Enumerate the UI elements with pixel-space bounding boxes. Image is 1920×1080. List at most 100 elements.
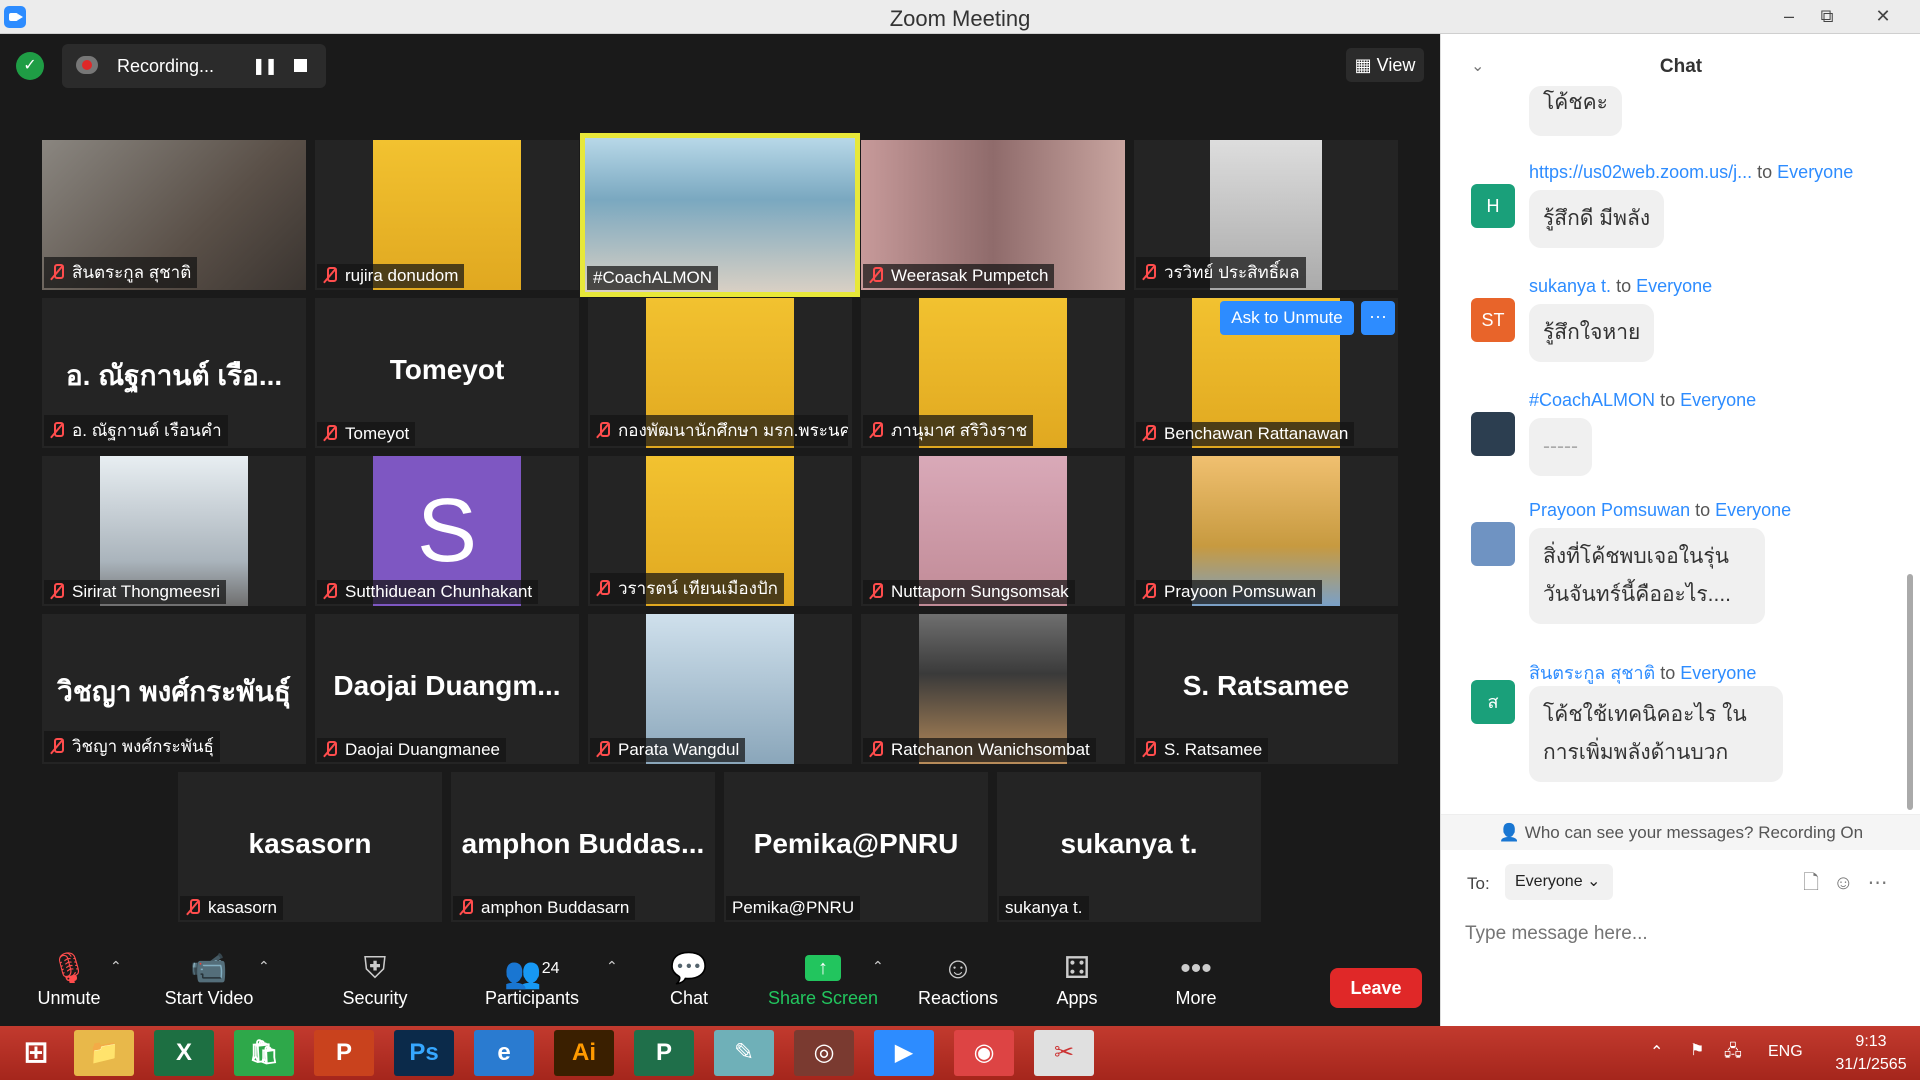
excel-icon[interactable]: X — [154, 1030, 214, 1076]
participant-name: Sirirat Thongmeesri — [44, 580, 227, 604]
muted-mic-icon — [596, 580, 610, 596]
ellipsis-icon: ••• — [1180, 952, 1212, 985]
person-icon: 👤 — [1498, 823, 1525, 842]
video-tile[interactable]: Sirirat Thongmeesri — [42, 456, 306, 606]
ellipsis-icon[interactable]: ⋯ — [1868, 872, 1902, 894]
video-tile[interactable]: sukanya t. sukanya t. — [997, 772, 1261, 922]
reactions-label: Reactions — [917, 988, 999, 1008]
muted-mic-icon — [459, 899, 473, 915]
chrome-icon[interactable]: ◉ — [954, 1030, 1014, 1076]
participant-name: วิชญา พงศ์กระพันธุ์ — [44, 731, 220, 762]
system-clock[interactable]: 9:13 31/1/2565 — [1826, 1030, 1916, 1076]
participant-name: amphon Buddasarn — [453, 896, 636, 920]
video-gallery: ✓ Recording... ❚❚ ▦ View สินตระกูล สุชาต… — [0, 34, 1440, 1026]
security-button[interactable]: ⛨ Security — [334, 944, 416, 1026]
video-tile[interactable]: Tomeyot Tomeyot — [315, 298, 579, 448]
video-tile[interactable]: rujira donudom — [315, 140, 579, 290]
tray-overflow-icon[interactable]: ⌃ — [1650, 1042, 1663, 1062]
more-button[interactable]: ••• More — [1156, 944, 1236, 1026]
muted-mic-icon — [323, 583, 337, 599]
chat-message-text: รู้สึกใจหาย — [1529, 304, 1655, 362]
video-tile[interactable]: S. Ratsamee S. Ratsamee — [1134, 614, 1398, 764]
encryption-shield-icon[interactable]: ✓ — [16, 52, 44, 80]
stop-recording-button[interactable] — [294, 59, 307, 72]
chat-scrollbar[interactable] — [1907, 574, 1913, 810]
participants-options-caret[interactable]: ⌃ — [606, 958, 618, 975]
video-options-caret[interactable]: ⌃ — [258, 958, 270, 975]
video-tile[interactable]: kasasorn kasasorn — [178, 772, 442, 922]
video-tile[interactable]: วิชญา พงศ์กระพันธุ์ วิชญา พงศ์กระพันธุ์ — [42, 614, 306, 764]
recipient-select[interactable]: Everyone ⌄ — [1505, 864, 1613, 900]
photoscape-icon[interactable]: ◎ — [794, 1030, 854, 1076]
video-tile[interactable]: อ. ณัฐกานต์ เรือ... อ. ณัฐกานต์ เรือนคำ — [42, 298, 306, 448]
windows-start-icon[interactable]: ⊞ — [6, 1030, 66, 1076]
close-button[interactable]: ✕ — [1860, 0, 1906, 34]
participant-display-name: Pemika@PNRU — [753, 828, 959, 859]
view-button[interactable]: ▦ View — [1346, 48, 1424, 82]
snipping-tool-icon[interactable]: ✂ — [1034, 1030, 1094, 1076]
start-video-button[interactable]: 📹 Start Video — [156, 944, 262, 1026]
file-icon[interactable]: 🗋 — [1803, 872, 1833, 894]
video-tile[interactable]: สินตระกูล สุชาติ — [42, 140, 306, 290]
ask-to-unmute-button[interactable]: Ask to Unmute — [1220, 301, 1354, 335]
participant-name: Benchawan Rattanawan — [1136, 422, 1355, 446]
reactions-button[interactable]: ☺ Reactions — [912, 944, 1004, 1026]
participant-display-name: วิชญา พงศ์กระพันธุ์ — [57, 676, 291, 707]
emoji-icon[interactable]: ☺ — [1833, 872, 1867, 894]
chevron-down-icon: ⌄ — [1587, 873, 1601, 890]
powerpoint-icon[interactable]: P — [314, 1030, 374, 1076]
video-tile[interactable]: Parata Wangdul — [588, 614, 852, 764]
file-explorer-icon[interactable]: 📁 — [74, 1030, 134, 1076]
notes-app-icon[interactable]: ✎ — [714, 1030, 774, 1076]
video-tile[interactable]: Nuttaporn Sungsomsak — [861, 456, 1125, 606]
muted-mic-icon: 🎙 — [49, 952, 89, 985]
video-tile[interactable]: วรารตน์ เทียนเมืองปัก — [588, 456, 852, 606]
unmute-button[interactable]: 🎙 Unmute — [28, 944, 110, 1026]
participant-name: rujira donudom — [317, 264, 465, 288]
chat-visibility-notice[interactable]: 👤 Who can see your messages? Recording O… — [1441, 814, 1920, 850]
video-tile-active-speaker[interactable]: #CoachALMON — [580, 133, 860, 297]
language-indicator[interactable]: ENG — [1768, 1043, 1803, 1061]
flag-icon[interactable]: ⚑ — [1690, 1040, 1704, 1060]
store-icon[interactable]: 🛍 — [234, 1030, 294, 1076]
muted-mic-icon — [1142, 583, 1156, 599]
participant-name: Prayoon Pomsuwan — [1136, 580, 1323, 604]
video-tile[interactable]: Pemika@PNRU Pemika@PNRU — [724, 772, 988, 922]
pause-recording-button[interactable]: ❚❚ — [252, 56, 278, 76]
muted-mic-icon — [323, 741, 337, 757]
video-tile[interactable]: กองพัฒนานักศึกษา มรก.พระนคร — [588, 298, 852, 448]
chat-message-input[interactable] — [1465, 916, 1895, 952]
video-tile[interactable]: S Sutthiduean Chunhakant — [315, 456, 579, 606]
share-screen-button[interactable]: ↑ Share Screen — [764, 944, 882, 1026]
participant-name: Nuttaporn Sungsomsak — [863, 580, 1075, 604]
participant-name: Weerasak Pumpetch — [863, 264, 1055, 288]
video-tile[interactable]: amphon Buddas... amphon Buddasarn — [451, 772, 715, 922]
restore-button[interactable]: ⧉ — [1804, 0, 1850, 34]
video-tile[interactable]: Prayoon Pomsuwan — [1134, 456, 1398, 606]
illustrator-icon[interactable]: Ai — [554, 1030, 614, 1076]
participant-display-name: Daojai Duangm... — [333, 670, 561, 701]
video-tile[interactable]: Weerasak Pumpetch — [861, 140, 1125, 290]
leave-button[interactable]: Leave — [1330, 968, 1422, 1008]
video-tile[interactable]: วรวิทย์ ประสิทธิ์ผล — [1134, 140, 1398, 290]
video-tile[interactable]: ภานุมาศ สริวิงราช — [861, 298, 1125, 448]
video-tile[interactable]: Ratchanon Wanichsombat — [861, 614, 1125, 764]
zoom-taskbar-icon[interactable]: ▶ — [874, 1030, 934, 1076]
muted-mic-icon — [186, 899, 200, 915]
share-options-caret[interactable]: ⌃ — [872, 958, 884, 975]
publisher-icon[interactable]: P — [634, 1030, 694, 1076]
participants-icon: 👥24 — [504, 957, 560, 990]
photoshop-icon[interactable]: Ps — [394, 1030, 454, 1076]
tile-more-options-button[interactable]: ··· — [1361, 301, 1395, 335]
participant-name: sukanya t. — [999, 896, 1089, 920]
participants-button[interactable]: 👥24 Participants — [480, 944, 584, 1026]
smiley-plus-icon: ☺ — [942, 952, 974, 985]
chat-button[interactable]: 💬 Chat — [650, 944, 728, 1026]
video-tile[interactable]: Daojai Duangm... Daojai Duangmanee — [315, 614, 579, 764]
recording-icon — [76, 56, 98, 74]
apps-button[interactable]: ⚃ Apps — [1040, 944, 1114, 1026]
chat-sender-link[interactable]: https://us02web.zoom.us/j... — [1529, 162, 1752, 182]
audio-options-caret[interactable]: ⌃ — [110, 958, 122, 975]
network-icon[interactable]: 🖧 — [1724, 1040, 1742, 1067]
internet-explorer-icon[interactable]: e — [474, 1030, 534, 1076]
